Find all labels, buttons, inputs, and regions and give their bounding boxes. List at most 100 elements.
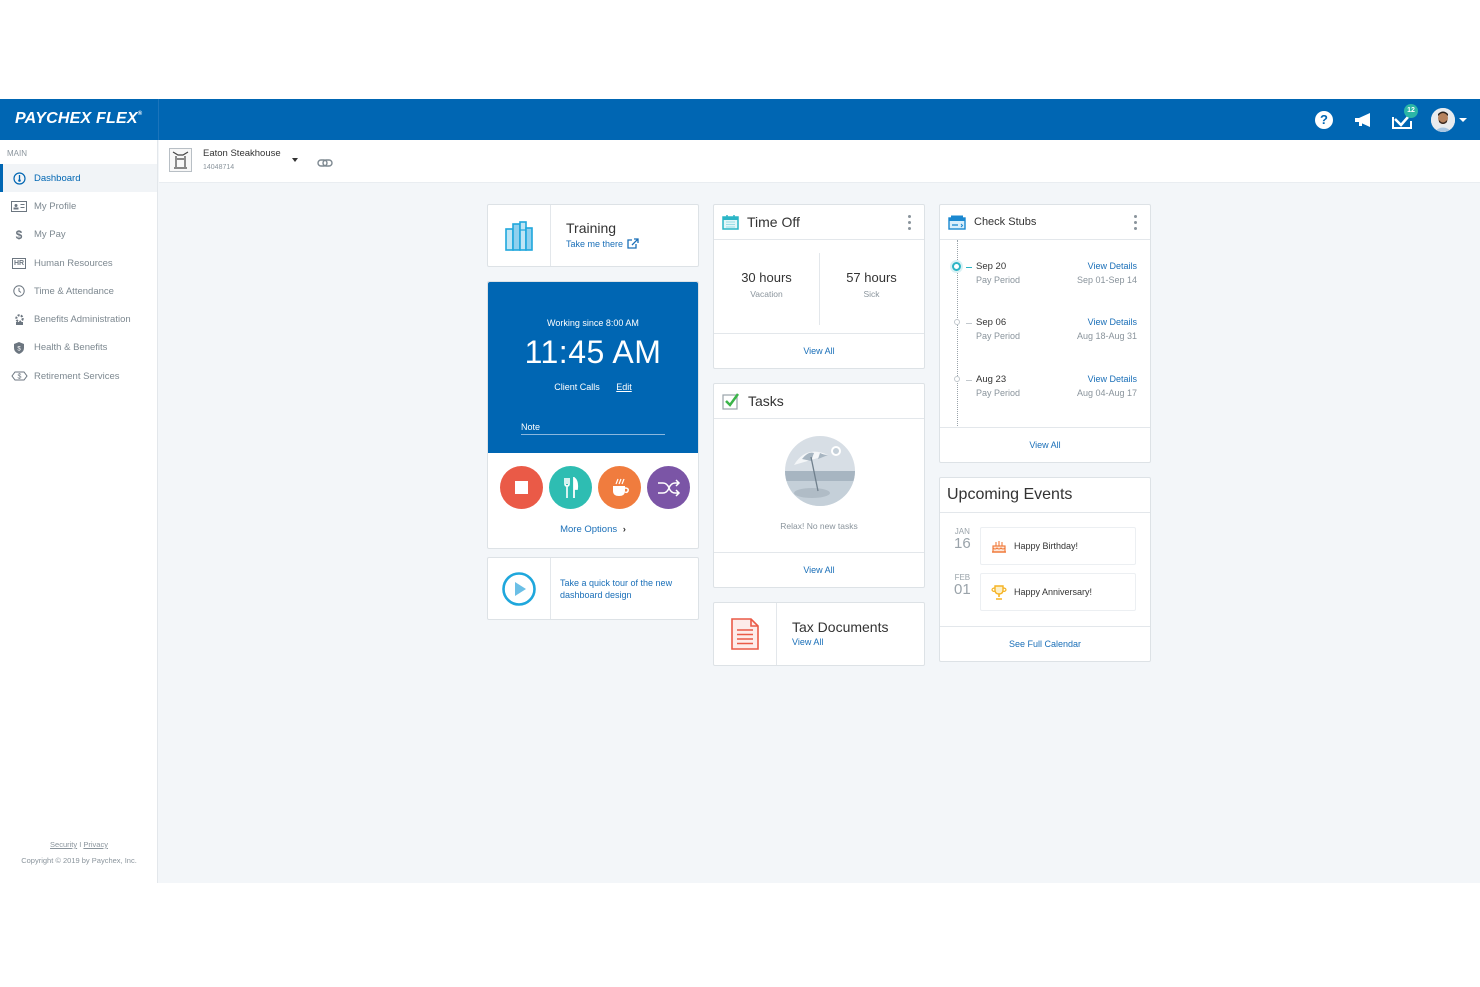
vacation-balance: 30 hours Vacation [714,240,819,335]
tax-documents-view-all-link[interactable]: View All [792,637,888,647]
sidebar-item-label: Dashboard [34,173,80,184]
dollar-icon: $ [10,228,28,242]
sidebar-item-label: My Pay [34,229,66,240]
view-details-link[interactable]: View Details [1088,261,1137,271]
svg-text:$: $ [17,374,21,381]
sidebar-item-label: My Profile [34,201,76,212]
timeline-node-icon [952,262,961,271]
sidebar-item-health-benefits[interactable]: $ Health & Benefits [0,334,157,362]
sidebar-item-retirement-services[interactable]: $ Retirement Services [0,362,157,390]
sidebar: MAIN Dashboard My Profile $ My Pay HR Hu… [0,140,158,883]
sidebar-item-benefits-administration[interactable]: Benefits Administration [0,305,157,333]
tasks-empty-message: Relax! No new tasks [714,521,924,531]
more-vertical-icon[interactable] [908,215,912,230]
sidebar-item-time-attendance[interactable]: Time & Attendance [0,277,157,305]
company-logo [169,148,192,172]
sidebar-item-dashboard[interactable]: Dashboard [0,164,157,192]
check-stubs-title: Check Stubs [974,216,1036,228]
current-time: 11:45 AM [488,334,698,371]
beach-umbrella-illustration [784,435,856,512]
help-button[interactable]: ? [1313,109,1335,131]
company-name[interactable]: Eaton Steakhouse [203,148,281,159]
take-me-there-link[interactable]: Take me there [566,238,639,249]
training-card: Training Take me there [487,204,699,267]
company-dropdown-caret-icon[interactable] [292,158,298,162]
tax-documents-card: Tax Documents View All [713,602,925,666]
check-stub-item: Sep 06 Pay Period View Details Aug 18-Au… [940,315,1150,355]
check-stubs-card: Check Stubs Sep 20 Pay Period View Detai… [939,204,1151,463]
calendar-icon [722,214,739,230]
meal-break-button[interactable] [549,466,592,509]
note-input[interactable]: Note [521,422,665,435]
sidebar-item-human-resources[interactable]: HR Human Resources [0,249,157,277]
more-options-link[interactable]: More Options › [488,524,698,535]
shield-icon: $ [10,342,28,354]
paychex-flex-logo[interactable]: PAYCHEX FLEX® [15,110,142,128]
more-vertical-icon[interactable] [1134,215,1138,230]
sidebar-section-label: MAIN [0,140,157,164]
event-birthday[interactable]: Happy Birthday! [980,527,1136,565]
security-link[interactable]: Security [50,840,77,849]
divider [158,99,159,140]
time-off-title: Time Off [747,214,800,230]
view-details-link[interactable]: View Details [1088,317,1137,327]
break-button[interactable] [598,466,641,509]
company-id: 14048714 [203,164,234,171]
upcoming-events-title: Upcoming Events [947,486,1072,504]
sidebar-item-label: Benefits Administration [34,314,131,325]
view-details-link[interactable]: View Details [1088,374,1137,384]
event-date: JAN 16 [954,527,971,552]
sidebar-item-label: Health & Benefits [34,342,107,353]
timeline-node-icon [954,376,960,382]
clock-out-button[interactable] [500,466,543,509]
time-off-card: Time Off 30 hours Vacation 57 hours Sick… [713,204,925,369]
privacy-link[interactable]: Privacy [83,840,108,849]
books-icon [504,220,534,252]
clock-icon [10,285,28,297]
tasks-title: Tasks [748,393,784,409]
chevron-right-icon: › [623,524,626,535]
check-stubs-view-all-link[interactable]: View All [1029,440,1060,450]
birthday-cake-icon [991,539,1007,553]
trophy-icon [991,585,1007,600]
checkbox-checked-icon [722,392,740,410]
sidebar-item-my-profile[interactable]: My Profile [0,192,157,220]
edit-link[interactable]: Edit [616,382,632,392]
job-role: Client Calls [554,382,600,392]
dashboard-gauge-icon [10,172,28,185]
event-item: FEB 01 Happy Anniversary! [940,573,1150,613]
see-full-calendar-link[interactable]: See Full Calendar [1009,639,1081,649]
sidebar-item-label: Time & Attendance [34,286,114,297]
stop-icon [515,481,528,494]
tasks-view-all-link[interactable]: View All [803,565,834,575]
timeline-node-icon [954,319,960,325]
megaphone-icon [1353,112,1373,128]
sick-balance: 57 hours Sick [819,240,924,335]
sidebar-item-my-pay[interactable]: $ My Pay [0,221,157,249]
notification-badge: 12 [1404,104,1418,118]
check-stub-item: Aug 23 Pay Period View Details Aug 04-Au… [940,372,1150,412]
event-anniversary[interactable]: Happy Anniversary! [980,573,1136,611]
time-clock-card: Working since 8:00 AM 11:45 AM Client Ca… [487,281,699,549]
check-stub-icon [948,215,966,230]
working-since: Working since 8:00 AM [488,318,698,328]
transfer-button[interactable] [647,466,690,509]
external-link-icon [627,238,639,249]
chevron-down-icon [1459,118,1467,122]
play-icon [501,571,537,607]
messages-button[interactable]: 12 [1391,109,1413,131]
fork-knife-icon [563,477,579,499]
upcoming-events-card: Upcoming Events JAN 16 Happy Birthday! F… [939,477,1151,662]
event-item: JAN 16 Happy Birthday! [940,527,1150,567]
top-bar: PAYCHEX FLEX® ? 12 [0,99,1480,140]
link-icon[interactable] [317,155,333,173]
announcements-button[interactable] [1352,109,1374,131]
benefits-gear-icon [10,313,28,326]
coffee-cup-icon [609,478,631,498]
user-menu[interactable] [1430,109,1468,131]
time-off-view-all-link[interactable]: View All [803,346,834,356]
tour-text[interactable]: Take a quick tour of the new dashboard d… [560,577,690,601]
dashboard-tour-card[interactable]: Take a quick tour of the new dashboard d… [487,557,699,620]
company-bar: Eaton Steakhouse 14048714 [159,140,1480,183]
tax-documents-title: Tax Documents [792,619,888,635]
